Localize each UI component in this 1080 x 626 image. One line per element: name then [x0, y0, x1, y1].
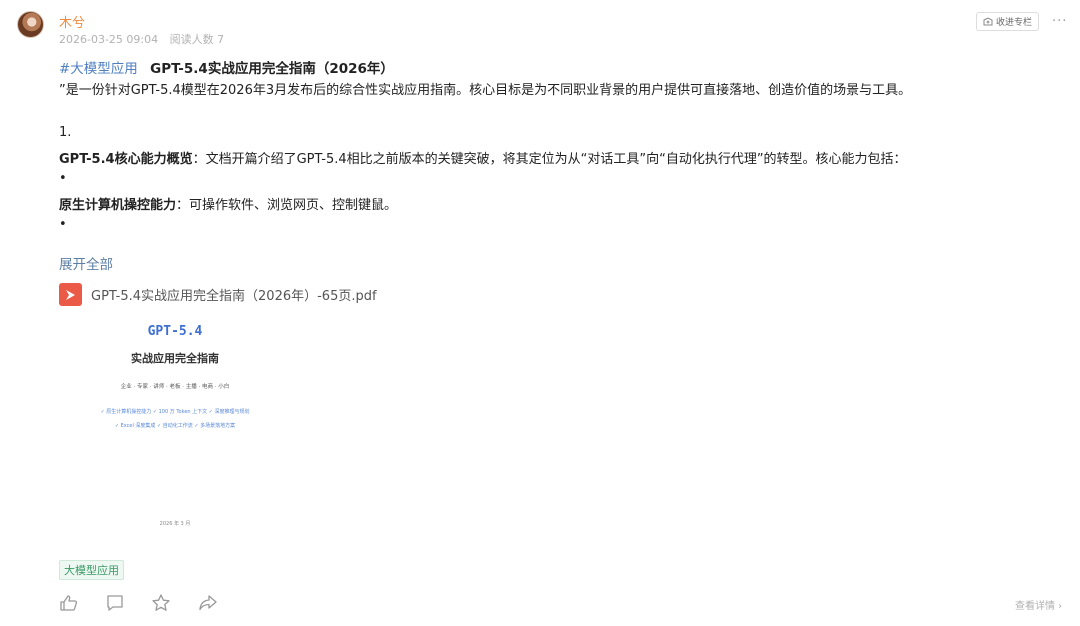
preview-features-1: ✓ 原生计算机操控能力 ✓ 100 万 Token 上下文 ✓ 深度推理与规划	[100, 409, 250, 415]
read-count: 阅读人数 7	[169, 33, 225, 46]
capability-overview: GPT-5.4核心能力概览：文档开篇介绍了GPT-5.4相比之前版本的关键突破，…	[59, 148, 907, 167]
preview-date: 2026 年 3 月	[159, 521, 191, 527]
comment-icon	[107, 595, 123, 611]
preview-subtitle: 实战应用完全指南	[131, 352, 219, 365]
collect-label: 收进专栏	[996, 18, 1033, 28]
favorite-button[interactable]	[151, 593, 171, 613]
pdf-file-name: GPT-5.4实战应用完全指南（2026年）-65页.pdf	[91, 289, 377, 304]
thumbs-up-icon	[60, 595, 78, 611]
post-title-line: #大模型应用 GPT-5.4实战应用完全指南（2026年）	[59, 57, 394, 77]
avatar[interactable]	[17, 11, 44, 38]
preview-title: GPT-5.4	[147, 324, 203, 339]
post-meta: 2026-03-25 09:04 阅读人数 7	[59, 31, 224, 47]
pdf-attachment[interactable]: GPT-5.4实战应用完全指南（2026年）-65页.pdf	[59, 283, 377, 306]
like-button[interactable]	[59, 593, 79, 613]
pdf-preview-thumbnail[interactable]: GPT-5.4 实战应用完全指南 企业 · 专家 · 讲师 · 老板 · 主播 …	[59, 316, 291, 540]
hashtag-link[interactable]: #大模型应用	[59, 61, 138, 77]
capability-overview-heading: GPT-5.4核心能力概览	[59, 152, 193, 167]
computer-control-item: 原生计算机操控能力：可操作软件、浏览网页、控制键鼠。	[59, 194, 397, 213]
comment-button[interactable]	[105, 593, 125, 613]
computer-control-heading: 原生计算机操控能力	[59, 198, 177, 213]
topic-tag[interactable]: 大模型应用	[59, 560, 124, 580]
preview-features-2: ✓ Excel 深度集成 ✓ 自动化工作流 ✓ 多场景落地方案	[114, 423, 236, 429]
bullet-marker: •	[59, 217, 67, 232]
preview-audience: 企业 · 专家 · 讲师 · 老板 · 主播 · 电商 · 小白	[120, 384, 230, 390]
intro-text: ”是一份针对GPT-5.4模型在2026年3月发布后的综合性实战应用指南。核心目…	[59, 83, 912, 98]
view-details-link[interactable]: 查看详情 ›	[1015, 597, 1062, 612]
author-name[interactable]: 木兮	[59, 12, 85, 31]
bullet-marker: •	[59, 171, 67, 186]
computer-control-text: ：可操作软件、浏览网页、控制键鼠。	[176, 198, 398, 213]
share-icon	[199, 595, 217, 611]
capability-overview-text: ：文档开篇介绍了GPT-5.4相比之前版本的关键突破，将其定位为从“对话工具”向…	[192, 152, 907, 167]
list-number: 1.	[59, 125, 72, 140]
post-title: GPT-5.4实战应用完全指南（2026年）	[150, 61, 394, 77]
share-button[interactable]	[198, 593, 218, 613]
collect-icon	[983, 16, 993, 25]
star-icon	[152, 594, 170, 611]
collect-to-column-button[interactable]: 收进专栏	[976, 12, 1040, 31]
pdf-icon	[59, 283, 82, 306]
more-options-button[interactable]: ···	[1052, 14, 1067, 29]
expand-all-link[interactable]: 展开全部	[59, 253, 113, 273]
post-date: 2026-03-25 09:04	[59, 33, 159, 46]
